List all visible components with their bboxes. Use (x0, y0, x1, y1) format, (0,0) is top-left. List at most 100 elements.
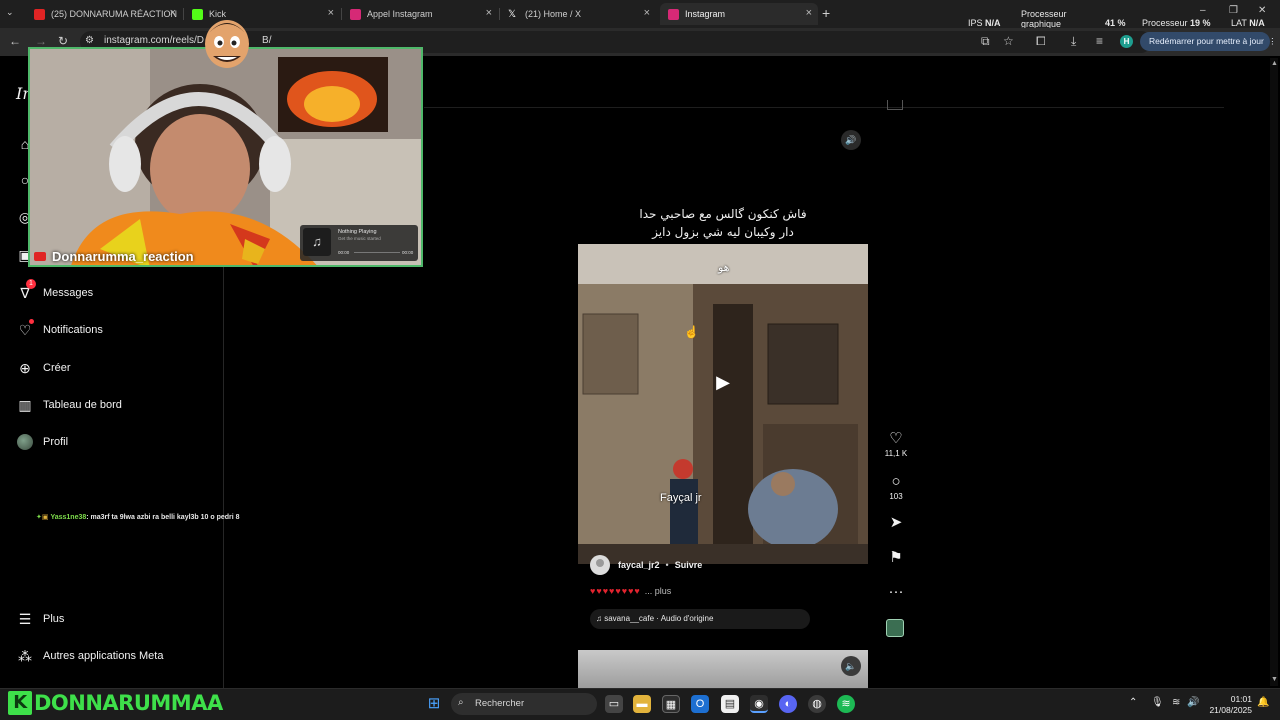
time-end: 00:00 (402, 250, 414, 255)
discord-icon[interactable]: ◐ (779, 695, 797, 713)
chrome-icon[interactable]: ◉ (750, 695, 768, 713)
messenger-icon: ∇ 1 (16, 279, 36, 302)
play-icon[interactable]: ▶ (708, 360, 738, 404)
tab-donnaruma[interactable]: (25) DONNARUMA RÉACTION × (26, 3, 182, 25)
tab-search-icon[interactable]: ⌄ (6, 7, 14, 18)
taskbar-search[interactable]: Rechercher (451, 693, 597, 715)
audio-thumbnail[interactable] (886, 619, 904, 637)
video-overlay-text: هو (718, 261, 730, 274)
audio-icon[interactable]: 🔊 (841, 130, 861, 150)
tab-x-home[interactable]: 𝕏 (21) Home / X × (500, 3, 656, 25)
reel-video[interactable] (578, 244, 868, 564)
streamer-name-tag: Donnarumma_reaction (34, 248, 194, 264)
now-playing-subtitle: Get the music started (338, 236, 381, 241)
search-icon: ⌕ (458, 697, 464, 708)
windows-start-icon[interactable]: ⊞ (425, 695, 443, 713)
downloads-icon[interactable]: ⤓ (1071, 34, 1076, 49)
new-tab-button[interactable]: + (822, 5, 830, 21)
video-frame (578, 244, 868, 564)
more-horiz-icon: ··· (888, 583, 904, 600)
close-window-icon[interactable]: ✕ (1258, 5, 1266, 16)
forward-icon[interactable]: → (35, 34, 47, 48)
microphone-icon[interactable]: 🎙 (1151, 697, 1164, 708)
file-explorer-icon[interactable]: ▬ (633, 695, 651, 713)
plus-square-icon: ⊕ (19, 359, 31, 376)
sidebar-item-create[interactable]: ⊕ Créer (16, 357, 70, 379)
author-avatar[interactable] (590, 555, 610, 575)
more-link[interactable]: ... plus (645, 586, 672, 596)
sidebar-item-dashboard[interactable]: ▥ Tableau de bord (16, 394, 122, 416)
sidebar-item-profile[interactable]: Profil (16, 431, 68, 453)
notepad-icon[interactable]: ▤ (721, 695, 739, 713)
scroll-up-icon[interactable]: ▲ (1271, 60, 1278, 67)
author-name[interactable]: faycal_jr2 (618, 560, 660, 570)
youtube-icon (34, 8, 45, 20)
time-start: 00:00 (338, 250, 350, 255)
share-button[interactable]: ➤ (884, 514, 908, 532)
youtube-icon (34, 251, 46, 261)
reading-list-icon[interactable]: ≡ (1096, 34, 1103, 48)
instagram-icon (350, 8, 361, 20)
next-reel-preview[interactable] (578, 650, 868, 690)
obs-icon[interactable]: ◍ (808, 695, 826, 713)
comment-icon: ○ (891, 473, 901, 490)
store-icon[interactable]: ▦ (662, 695, 680, 713)
extensions-icon[interactable]: ⧠ (1036, 34, 1046, 49)
message-count-badge: 1 (26, 279, 36, 289)
sidebar-item-messages[interactable]: ∇ 1 Messages (16, 279, 93, 304)
profile-avatar (17, 434, 33, 450)
back-icon[interactable]: ← (9, 34, 21, 48)
tab-appel-instagram[interactable]: Appel Instagram × (342, 3, 498, 25)
install-app-icon[interactable]: ⧉ (981, 34, 990, 49)
taskbar-clock[interactable]: 01:01 21/08/2025 (1206, 694, 1252, 716)
profile-avatar[interactable]: H (1120, 35, 1133, 48)
now-playing-title: Nothing Playing (338, 229, 377, 235)
meta-apps-icon: ⁂ (18, 647, 32, 664)
audio-icon[interactable]: 🔈 (841, 656, 861, 676)
scroll-down-icon[interactable]: ▼ (1271, 676, 1278, 683)
notification-center-icon[interactable]: 🔔 (1257, 697, 1269, 708)
restore-icon[interactable]: ❐ (1229, 5, 1238, 16)
more-options-button[interactable]: ··· (884, 583, 908, 601)
outlook-icon[interactable]: O (691, 695, 709, 713)
wifi-icon[interactable]: ≋ (1172, 697, 1180, 708)
reel-author: faycal_jr2 • Suivre (590, 555, 702, 575)
gpu-label: Processeur graphique (1021, 9, 1067, 29)
site-info-icon[interactable]: ⚙ (85, 35, 94, 46)
heart-icon: ♡ (16, 319, 34, 339)
close-tab-icon[interactable]: × (806, 7, 812, 19)
spotify-icon[interactable]: ≋ (837, 695, 855, 713)
follow-button[interactable]: Suivre (675, 560, 703, 570)
music-note-icon: ♫ (596, 614, 602, 623)
bookmark-star-icon[interactable]: ☆ (1003, 34, 1014, 48)
minimize-icon[interactable]: – (1200, 5, 1206, 16)
cpu-readout: Processeur 19 % (1142, 18, 1211, 28)
like-button[interactable]: ♡ 11,1 K (884, 430, 908, 458)
sidebar-item-more[interactable]: ☰ Plus (16, 608, 65, 630)
close-tab-icon[interactable]: × (486, 7, 492, 19)
restart-update-button[interactable]: Redémarrer pour mettre à jour ⋮ (1140, 32, 1277, 51)
notification-dot (29, 319, 34, 324)
comment-button[interactable]: ○ 103 (884, 473, 908, 501)
reel-description: ♥♥♥♥♥♥♥♥... plus (590, 586, 672, 596)
channel-brand: K DONNARUMMAA (8, 689, 223, 717)
sidebar-item-meta-apps[interactable]: ⁂ Autres applications Meta (16, 645, 163, 667)
audio-attribution[interactable]: ♫ savana__cafe · Audio d'origine (590, 609, 810, 629)
task-view-icon[interactable]: ▭ (605, 695, 623, 713)
menu-icon: ☰ (18, 610, 32, 627)
heart-icon: ♡ (889, 430, 903, 447)
volume-icon[interactable]: 🔊 (1187, 697, 1199, 708)
chart-icon: ▥ (18, 396, 32, 413)
page-scrollbar[interactable] (1270, 58, 1278, 686)
close-tab-icon[interactable]: × (328, 7, 334, 19)
tab-instagram[interactable]: Instagram × (660, 3, 818, 25)
close-tab-icon[interactable]: × (170, 7, 176, 19)
sidebar-item-notifications[interactable]: ♡ Notifications (16, 319, 103, 341)
save-button[interactable]: ⚑ (884, 549, 908, 567)
reload-icon[interactable]: ↻ (58, 34, 68, 48)
progress-bar (354, 252, 400, 253)
close-tab-icon[interactable]: × (644, 7, 650, 19)
bookmark-icon: ⚑ (889, 549, 903, 566)
mouse-cursor-icon: ☝ (684, 325, 699, 339)
tray-overflow-icon[interactable]: ⌃ (1129, 697, 1137, 708)
